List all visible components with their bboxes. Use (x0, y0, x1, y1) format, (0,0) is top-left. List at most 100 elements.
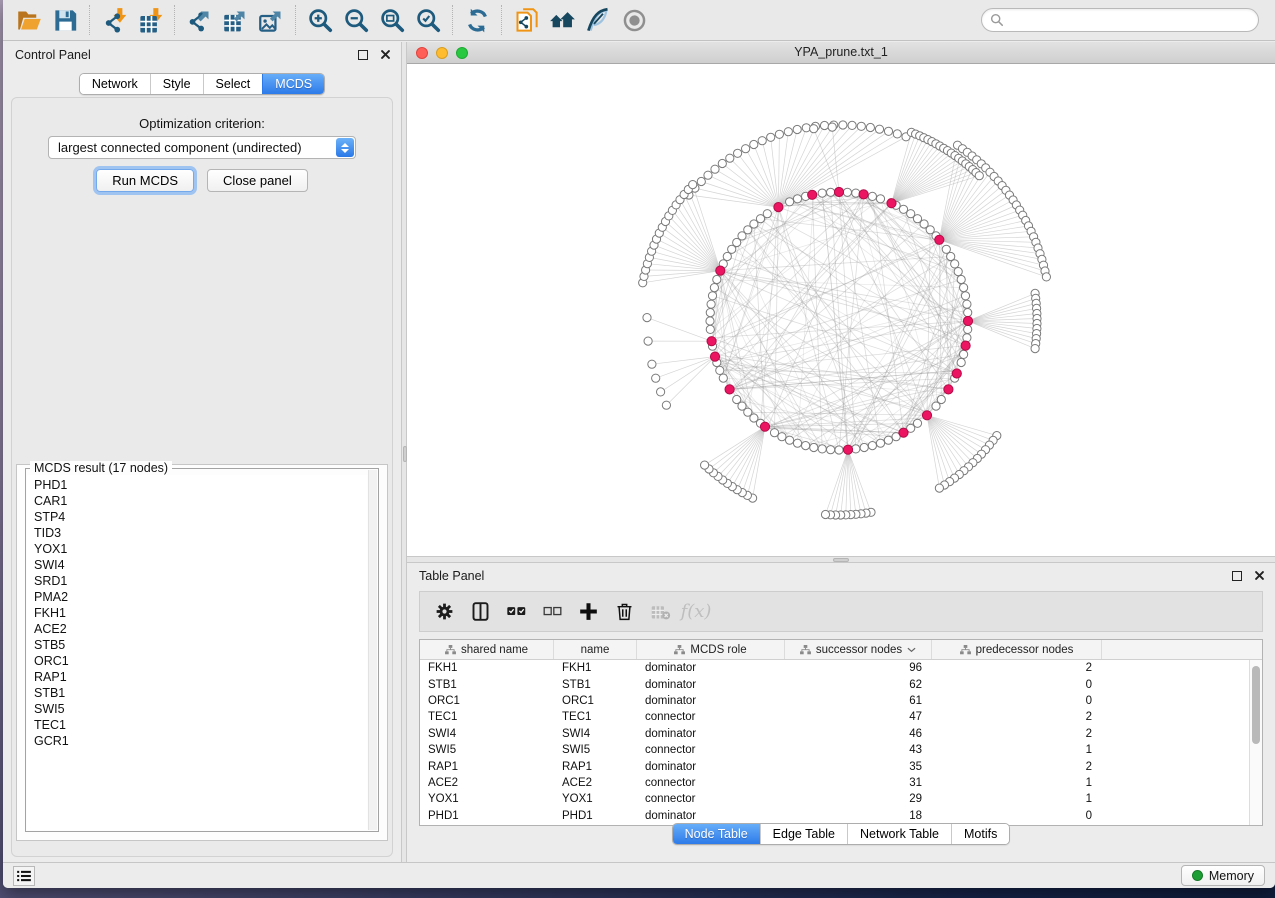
import-network-icon (101, 7, 128, 34)
mcds-result-item[interactable]: CAR1 (34, 493, 360, 509)
gear-icon (434, 601, 455, 622)
graphics-details-button[interactable] (580, 3, 616, 37)
tab-style[interactable]: Style (150, 74, 203, 94)
deselect-all-button[interactable] (536, 596, 568, 628)
task-history-button[interactable] (13, 866, 35, 886)
network-graph[interactable] (407, 64, 1275, 556)
memory-button[interactable]: Memory (1181, 865, 1265, 886)
import-table-button[interactable] (132, 3, 168, 37)
cell-name: SWI4 (554, 728, 637, 740)
cell-shared-name: RAP1 (420, 761, 554, 773)
share-document-button[interactable] (508, 3, 544, 37)
double-house-button[interactable] (544, 3, 580, 37)
vertical-splitter-handle[interactable] (403, 446, 407, 462)
network-window-titlebar[interactable]: YPA_prune.txt_1 (407, 42, 1275, 64)
table-scrollbar-thumb[interactable] (1252, 666, 1260, 744)
table-row[interactable]: FKH1FKH1dominator962 (420, 660, 1249, 676)
zoom-in-button[interactable] (302, 3, 338, 37)
horizontal-splitter-handle[interactable] (833, 558, 849, 562)
cell-successor-nodes: 96 (785, 662, 932, 674)
table-tab-network-table[interactable]: Network Table (847, 824, 951, 844)
tab-mcds[interactable]: MCDS (262, 74, 324, 94)
horizontal-splitter[interactable] (407, 556, 1275, 563)
cell-successor-nodes: 46 (785, 728, 932, 740)
table-tab-edge-table[interactable]: Edge Table (760, 824, 847, 844)
float-table-panel-icon[interactable] (1229, 568, 1244, 583)
add-column-button[interactable] (572, 596, 604, 628)
mcds-result-item[interactable]: STP4 (34, 509, 360, 525)
column-header-predecessor-nodes[interactable]: predecessor nodes (932, 640, 1102, 659)
list-icon (17, 870, 31, 882)
mcds-result-item[interactable]: TEC1 (34, 717, 360, 733)
memory-label: Memory (1209, 869, 1254, 883)
tab-select[interactable]: Select (203, 74, 263, 94)
mcds-result-item[interactable]: FKH1 (34, 605, 360, 621)
zoom-selected-icon (415, 7, 442, 34)
network-canvas[interactable] (407, 64, 1275, 556)
table-row[interactable]: ORC1ORC1dominator610 (420, 693, 1249, 709)
close-panel-icon[interactable] (378, 47, 393, 62)
mcds-result-list[interactable]: PHD1CAR1STP4TID3YOX1SWI4SRD1PMA2FKH1ACE2… (27, 475, 367, 830)
table-row[interactable]: SWI4SWI4dominator462 (420, 726, 1249, 742)
table-row[interactable]: TEC1TEC1connector472 (420, 709, 1249, 725)
mcds-result-item[interactable]: SRD1 (34, 573, 360, 589)
close-panel-button[interactable]: Close panel (207, 169, 308, 192)
toolbar-separator (501, 5, 502, 35)
gear-button[interactable] (428, 596, 460, 628)
table-tab-motifs[interactable]: Motifs (951, 824, 1009, 844)
mcds-result-item[interactable]: TID3 (34, 525, 360, 541)
table-row[interactable]: PHD1PHD1dominator180 (420, 808, 1249, 824)
shared-column-icon (800, 645, 811, 655)
table-row[interactable]: RAP1RAP1dominator352 (420, 758, 1249, 774)
cell-MCDS-role: dominator (637, 695, 785, 707)
mcds-result-scrollbar[interactable] (368, 470, 377, 830)
table-tab-node-table[interactable]: Node Table (673, 824, 760, 844)
mcds-result-item[interactable]: RAP1 (34, 669, 360, 685)
select-all-button[interactable] (500, 596, 532, 628)
run-mcds-button[interactable]: Run MCDS (96, 169, 194, 192)
search-field[interactable] (981, 8, 1259, 32)
table-row[interactable]: STB1STB1dominator620 (420, 676, 1249, 692)
table-row[interactable]: ACE2ACE2connector311 (420, 775, 1249, 791)
search-input[interactable] (1009, 13, 1250, 27)
column-header-shared-name[interactable]: shared name (420, 640, 554, 659)
cell-name: ORC1 (554, 695, 637, 707)
refresh-button[interactable] (459, 3, 495, 37)
mcds-result-item[interactable]: PHD1 (34, 477, 360, 493)
mcds-result-item[interactable]: SWI5 (34, 701, 360, 717)
mcds-result-item[interactable]: YOX1 (34, 541, 360, 557)
criterion-dropdown[interactable]: largest connected component (undirected) (48, 136, 356, 159)
open-folder-button[interactable] (11, 3, 47, 37)
mcds-result-item[interactable]: ORC1 (34, 653, 360, 669)
cell-name: YOX1 (554, 793, 637, 805)
node-table: shared namenameMCDS rolesuccessor nodesp… (419, 639, 1263, 826)
eye-button[interactable] (616, 3, 652, 37)
close-table-panel-icon[interactable] (1252, 568, 1267, 583)
export-network-button[interactable] (181, 3, 217, 37)
column-header-MCDS-role[interactable]: MCDS role (637, 640, 785, 659)
table-row[interactable]: SWI5SWI5connector431 (420, 742, 1249, 758)
table-row[interactable]: YOX1YOX1connector291 (420, 791, 1249, 807)
mcds-result-item[interactable]: GCR1 (34, 733, 360, 749)
table-scrollbar[interactable] (1249, 660, 1262, 825)
mcds-result-item[interactable]: STB5 (34, 637, 360, 653)
shared-column-icon (445, 645, 456, 655)
mcds-result-item[interactable]: STB1 (34, 685, 360, 701)
float-panel-icon[interactable] (355, 47, 370, 62)
column-view-button[interactable] (464, 596, 496, 628)
zoom-fit-button[interactable] (374, 3, 410, 37)
mcds-result-item[interactable]: SWI4 (34, 557, 360, 573)
mcds-result-item[interactable]: ACE2 (34, 621, 360, 637)
import-network-button[interactable] (96, 3, 132, 37)
export-table-button[interactable] (217, 3, 253, 37)
column-header-name[interactable]: name (554, 640, 637, 659)
zoom-out-button[interactable] (338, 3, 374, 37)
cell-MCDS-role: connector (637, 744, 785, 756)
mcds-result-item[interactable]: PMA2 (34, 589, 360, 605)
tab-network[interactable]: Network (80, 74, 150, 94)
delete-column-button[interactable] (608, 596, 640, 628)
column-header-successor-nodes[interactable]: successor nodes (785, 640, 932, 659)
save-button[interactable] (47, 3, 83, 37)
zoom-selected-button[interactable] (410, 3, 446, 37)
export-image-button[interactable] (253, 3, 289, 37)
